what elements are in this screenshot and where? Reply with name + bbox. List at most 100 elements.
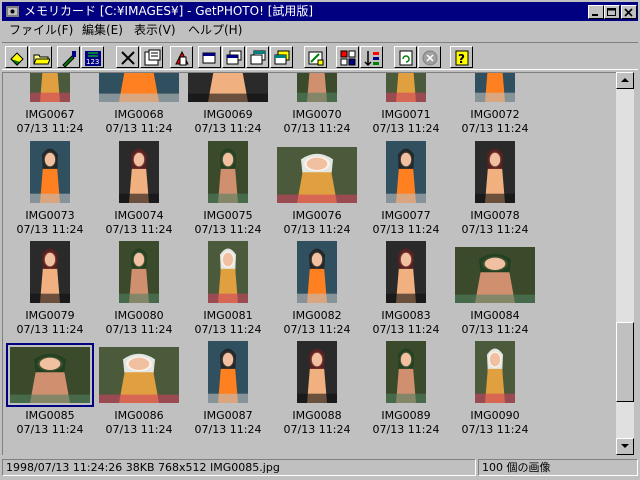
photo-thumbnail — [30, 241, 70, 303]
rotate-button[interactable] — [170, 46, 193, 68]
thumbnail-cell[interactable]: IMG0088 07/13 11:24 — [273, 339, 361, 439]
thumbnail-cell[interactable]: IMG0078 07/13 11:24 — [451, 139, 539, 239]
thumbnail-image[interactable] — [208, 141, 248, 203]
photo-thumbnail — [455, 247, 535, 303]
photo-thumbnail — [475, 141, 515, 203]
status-image-count: 100 個の画像 — [478, 459, 638, 476]
thumbnail-cell[interactable]: IMG0075 07/13 11:24 — [184, 139, 272, 239]
thumbnail-cell[interactable]: IMG0080 07/13 11:24 — [95, 239, 183, 339]
photo-thumbnail — [475, 73, 515, 102]
view-button[interactable] — [304, 46, 327, 68]
photo-thumbnail — [386, 141, 426, 203]
thumbnail-cell[interactable]: IMG0067 07/13 11:24 — [6, 73, 94, 138]
sort-button[interactable] — [360, 46, 383, 68]
scroll-thumb[interactable] — [616, 322, 634, 402]
sort-grid-button[interactable] — [336, 46, 359, 68]
menu-file[interactable]: ファイル(F) — [9, 23, 73, 38]
numbering-button[interactable]: 123 — [81, 46, 104, 68]
thumbnail-image[interactable] — [386, 73, 426, 102]
thumbnail-image[interactable] — [6, 343, 94, 407]
thumbnail-date: 07/13 11:24 — [194, 323, 262, 336]
scroll-up-button[interactable] — [616, 72, 634, 89]
thumbnail-filename: IMG0078 — [470, 209, 520, 222]
photo-thumbnail — [297, 341, 337, 403]
app-icon — [6, 6, 19, 17]
window-3-button[interactable] — [246, 46, 269, 68]
vertical-scrollbar[interactable] — [616, 72, 634, 455]
thumbnail-cell[interactable]: IMG0083 07/13 11:24 — [362, 239, 450, 339]
toolbar: 123? — [2, 42, 638, 70]
thumbnail-cell[interactable]: IMG0073 07/13 11:24 — [6, 139, 94, 239]
thumbnail-image[interactable] — [277, 147, 357, 203]
thumbnail-image[interactable] — [30, 73, 70, 102]
thumbnail-filename: IMG0072 — [470, 108, 520, 121]
thumbnail-image[interactable] — [386, 241, 426, 303]
thumbnail-image[interactable] — [297, 241, 337, 303]
stop-button[interactable] — [418, 46, 441, 68]
view-icon — [308, 51, 324, 66]
thumbnail-image[interactable] — [297, 73, 337, 102]
app-window: メモリカード [C:¥IMAGES¥] - GetPHOTO! [試用版] ファ… — [0, 0, 640, 480]
thumbnail-image[interactable] — [188, 73, 268, 102]
delete-button[interactable] — [116, 46, 139, 68]
thumbnail-image[interactable] — [30, 141, 70, 203]
thumbnail-image[interactable] — [119, 241, 159, 303]
help-button[interactable]: ? — [450, 46, 473, 68]
thumbnail-cell[interactable]: IMG0076 07/13 11:24 — [273, 139, 361, 239]
eyedropper-button[interactable] — [57, 46, 80, 68]
thumbnail-image[interactable] — [475, 341, 515, 403]
scroll-down-button[interactable] — [616, 438, 634, 455]
thumbnail-cell[interactable]: IMG0086 07/13 11:24 — [95, 339, 183, 439]
refresh-button[interactable] — [394, 46, 417, 68]
window-2-button[interactable] — [222, 46, 245, 68]
thumbnail-image[interactable] — [208, 241, 248, 303]
thumbnail-cell[interactable]: IMG0082 07/13 11:24 — [273, 239, 361, 339]
thumbnail-cell[interactable]: IMG0079 07/13 11:24 — [6, 239, 94, 339]
thumbnail-image[interactable] — [297, 341, 337, 403]
photo-thumbnail — [277, 147, 357, 203]
maximize-button[interactable] — [604, 5, 620, 19]
thumbnail-image[interactable] — [386, 141, 426, 203]
thumbnail-image[interactable] — [208, 341, 248, 403]
menu-view[interactable]: 表示(V) — [134, 23, 176, 38]
folder-icon — [33, 54, 50, 65]
thumbnail-cell[interactable]: IMG0084 07/13 11:24 — [451, 239, 539, 339]
thumbnail-image[interactable] — [475, 73, 515, 102]
thumbnail-cell[interactable]: IMG0071 07/13 11:24 — [362, 73, 450, 138]
thumbnail-image[interactable] — [119, 141, 159, 203]
window-3-icon — [250, 50, 266, 65]
thumbnail-cell[interactable]: IMG0085 07/13 11:24 — [6, 339, 94, 439]
thumbnail-date: 07/13 11:24 — [372, 423, 440, 436]
thumbnail-cell[interactable]: IMG0087 07/13 11:24 — [184, 339, 272, 439]
thumbnail-grid[interactable]: IMG0067 07/13 11:24 IMG0068 07/13 11:24 IMG0… — [2, 72, 616, 455]
thumbnail-image[interactable] — [455, 247, 535, 303]
thumbnail-image[interactable] — [99, 73, 179, 102]
menu-help[interactable]: ヘルプ(H) — [188, 23, 242, 38]
window-1-button[interactable] — [198, 46, 221, 68]
thumbnail-filename: IMG0070 — [292, 108, 342, 121]
folder-button[interactable] — [29, 46, 52, 68]
thumbnail-cell[interactable]: IMG0077 07/13 11:24 — [362, 139, 450, 239]
thumbnail-cell[interactable]: IMG0074 07/13 11:24 — [95, 139, 183, 239]
properties-button[interactable] — [140, 46, 163, 68]
thumbnail-cell[interactable]: IMG0072 07/13 11:24 — [451, 73, 539, 138]
thumbnail-cell[interactable]: IMG0089 07/13 11:24 — [362, 339, 450, 439]
photo-thumbnail — [386, 341, 426, 403]
thumbnail-cell[interactable]: IMG0070 07/13 11:24 — [273, 73, 361, 138]
thumbnail-cell[interactable]: IMG0068 07/13 11:24 — [95, 73, 183, 138]
thumbnail-image[interactable] — [386, 341, 426, 403]
thumbnail-filename: IMG0071 — [381, 108, 431, 121]
thumbnail-image[interactable] — [30, 241, 70, 303]
menu-edit[interactable]: 編集(E) — [82, 23, 123, 38]
window-4-button[interactable] — [270, 46, 293, 68]
thumbnail-cell[interactable]: IMG0090 07/13 11:24 — [451, 339, 539, 439]
title-bar[interactable]: メモリカード [C:¥IMAGES¥] - GetPHOTO! [試用版] — [2, 2, 638, 21]
minimize-button[interactable] — [588, 5, 604, 19]
thumbnail-image[interactable] — [99, 347, 179, 403]
thumbnail-cell[interactable]: IMG0081 07/13 11:24 — [184, 239, 272, 339]
open-button[interactable] — [5, 46, 28, 68]
arrow-up-icon — [621, 78, 629, 82]
thumbnail-cell[interactable]: IMG0069 07/13 11:24 — [184, 73, 272, 138]
close-button[interactable] — [621, 5, 637, 19]
thumbnail-image[interactable] — [475, 141, 515, 203]
